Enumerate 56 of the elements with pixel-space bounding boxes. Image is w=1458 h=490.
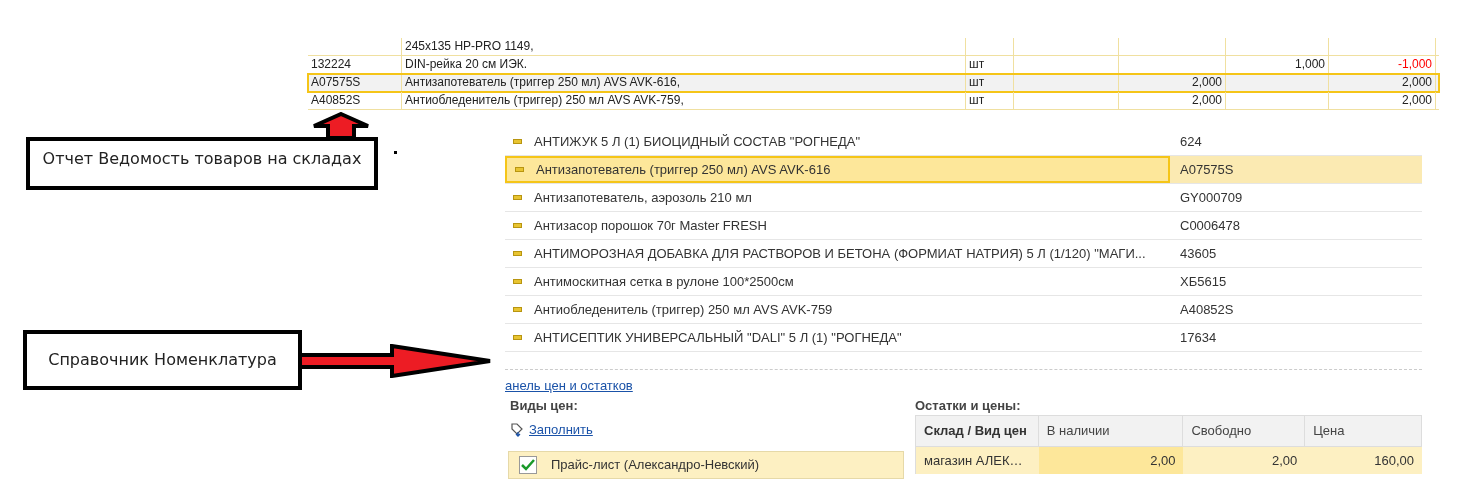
- item-name[interactable]: АНТИСЕПТИК УНИВЕРСАЛЬНЫЙ "DALI" 5 Л (1) "РОГНЕДА": [534, 327, 902, 348]
- annotation-box: Справочник Номенклатура: [23, 330, 302, 390]
- price-type-row[interactable]: Прайс-лист (Александро-Невский): [508, 451, 904, 479]
- item-icon: [513, 251, 522, 256]
- item-icon: [513, 139, 522, 144]
- price-type-label: Прайс-лист (Александро-Невский): [551, 456, 760, 475]
- checkbox[interactable]: [519, 456, 537, 474]
- table-cell: 245x135 HP-PRO 1149,: [402, 38, 966, 55]
- column-header: Свободно: [1183, 416, 1306, 446]
- item-icon: [513, 335, 522, 340]
- item-code: ХБ5615: [1180, 272, 1227, 291]
- table-cell: Антиобледенитель (триггер) 250 мл AVS AVK-759,: [402, 92, 966, 109]
- table-cell: 2,000: [1329, 92, 1436, 109]
- table-cell: A40852S: [308, 92, 402, 109]
- item-name[interactable]: Антизасор порошок 70г Master FRESH: [534, 215, 767, 236]
- item-code: 624: [1180, 132, 1202, 151]
- table-cell: 2,000: [1119, 74, 1226, 91]
- column-header: Цена: [1305, 416, 1422, 446]
- item-name[interactable]: Антиобледенитель (триггер) 250 мл AVS AVK-759: [534, 299, 833, 320]
- column-header: Склад / Вид цен: [916, 416, 1039, 446]
- up-arrow-icon: [312, 112, 370, 138]
- section-title: Остатки и цены:: [915, 397, 1021, 415]
- annotation-box: Отчет Ведомость товаров на складах: [26, 137, 378, 190]
- item-icon: [515, 167, 524, 172]
- panel-link[interactable]: анель цен и остатков: [505, 376, 633, 396]
- item-name[interactable]: Антизапотеватель, аэрозоль 210 мл: [534, 187, 752, 208]
- table-cell-text: магазин АЛЕК…: [923, 452, 1024, 470]
- check-icon: [521, 459, 535, 471]
- table-cell: Антизапотеватель (триггер 250 мл) AVS AVK-616,: [402, 74, 966, 91]
- item-code: A07575S: [1180, 160, 1234, 179]
- item-name[interactable]: АНТИЖУК 5 Л (1) БИОЦИДНЫЙ СОСТАВ "РОГНЕДА": [534, 131, 861, 152]
- fill-link[interactable]: Заполнить: [529, 420, 593, 440]
- item-name[interactable]: АНТИМОРОЗНАЯ ДОБАВКА ДЛЯ РАСТВОРОВ И БЕТОНА (ФОРМИАТ НАТРИЯ) 5 Л (1/120) "МАГИ...: [534, 243, 1146, 264]
- table-cell: 2,00: [1038, 447, 1184, 474]
- item-code: A40852S: [1180, 300, 1234, 319]
- item-icon: [513, 223, 522, 228]
- table-cell: 2,000: [1119, 92, 1226, 109]
- item-icon: [513, 279, 522, 284]
- right-arrow-icon: [300, 344, 492, 378]
- section-title: Виды цен:: [510, 397, 578, 415]
- item-name[interactable]: Антимоскитная сетка в рулоне 100*2500см: [534, 271, 794, 292]
- item-code: 43605: [1180, 244, 1217, 263]
- item-icon: [513, 307, 522, 312]
- dot-mark: [394, 151, 397, 154]
- table-cell-text: 160,00: [1373, 452, 1415, 470]
- item-icon: [513, 195, 522, 200]
- item-code: C0006478: [1180, 216, 1240, 235]
- table-cell: шт: [966, 74, 1014, 91]
- table-cell-text: 2,00: [1270, 452, 1299, 470]
- table-cell: шт: [966, 92, 1014, 109]
- item-code: 17634: [1180, 328, 1217, 347]
- column-header: В наличии: [1038, 416, 1184, 446]
- table-cell: A07575S: [308, 74, 402, 91]
- item-code: GY000709: [1180, 188, 1243, 207]
- table-cell: 2,000: [1329, 74, 1436, 91]
- tag-icon: [511, 422, 523, 437]
